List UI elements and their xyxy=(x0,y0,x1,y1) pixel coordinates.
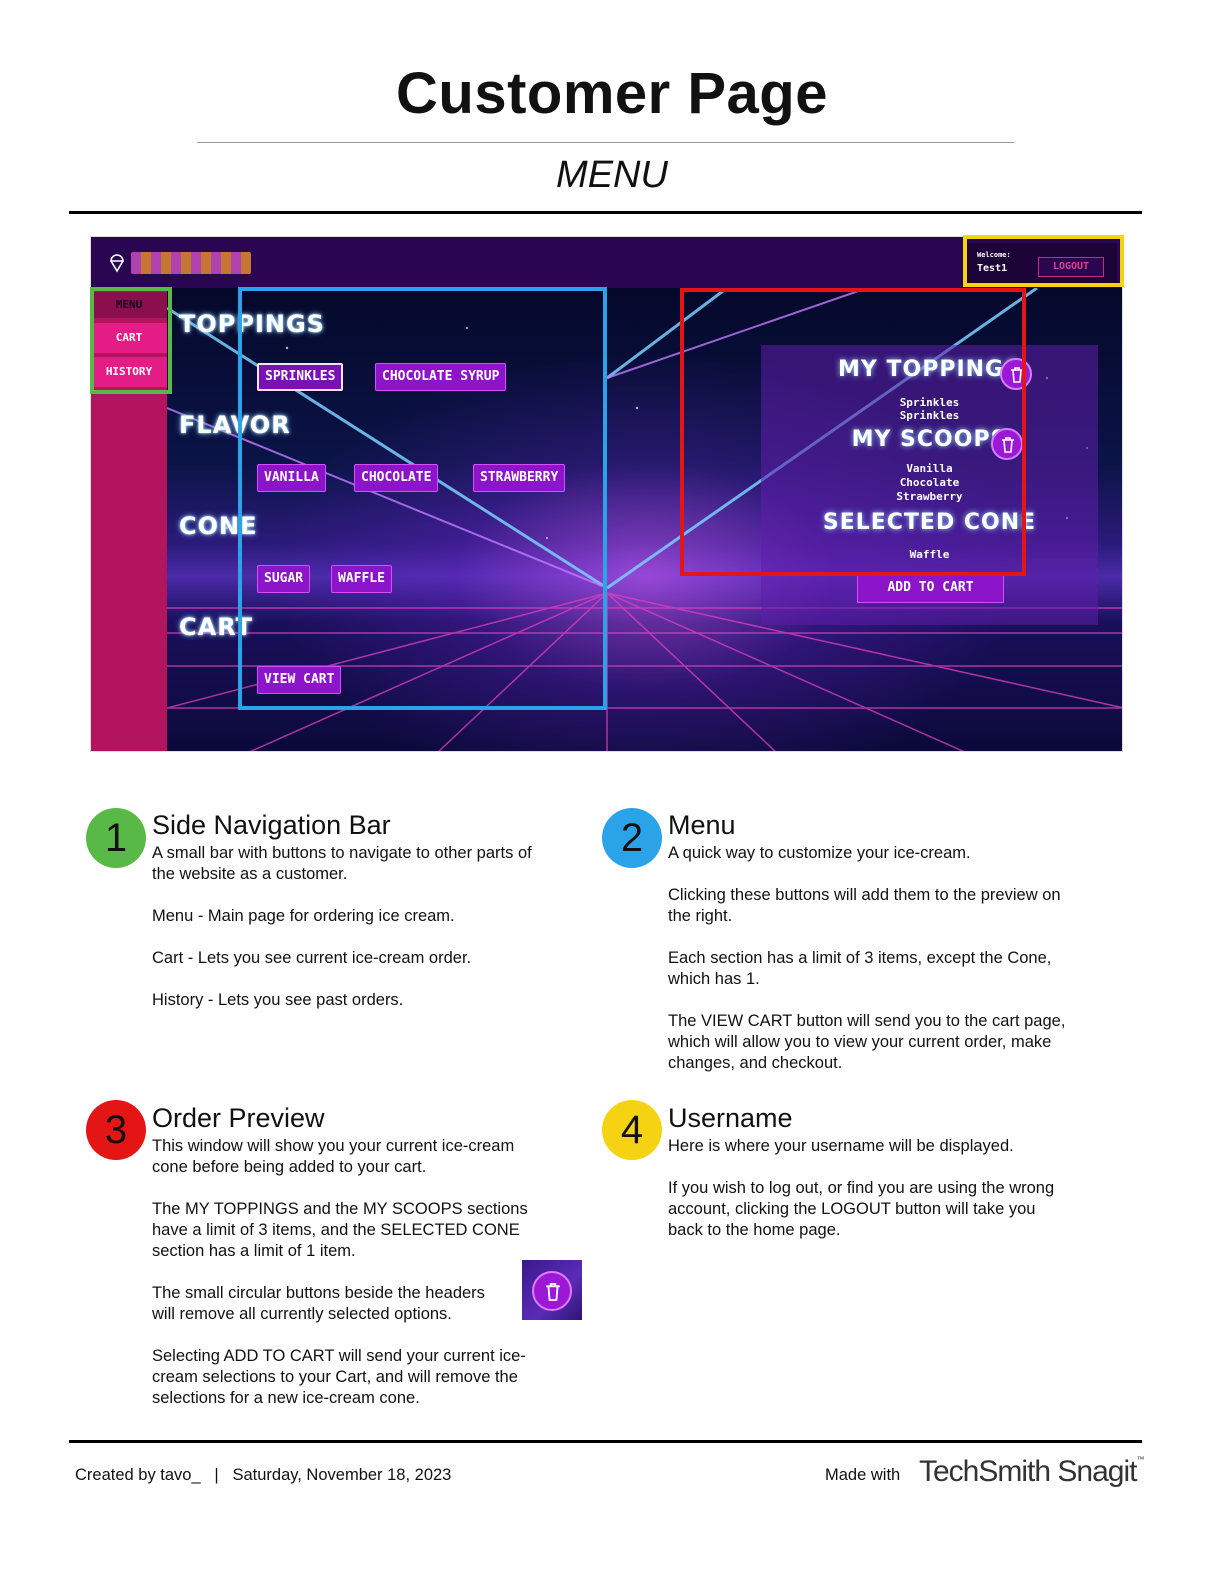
logout-button[interactable]: LOGOUT xyxy=(1038,257,1104,277)
welcome-box: Welcome: Test1 LOGOUT xyxy=(967,243,1117,283)
page-subtitle: MENU xyxy=(556,154,668,196)
snagit-logo: TechSmith Snagit™ xyxy=(919,1455,1144,1488)
footer-divider xyxy=(69,1440,1142,1443)
step-paragraph: Each section has a limit of 3 items, exc… xyxy=(668,949,1052,988)
view-cart-button[interactable]: VIEW CART xyxy=(257,666,342,694)
synthwave-background: TOPPINGS SPRINKLES CHOCOLATE SYRUP FLAVO… xyxy=(167,288,1122,751)
option-strawberry[interactable]: STRAWBERRY xyxy=(473,464,566,492)
section-title-toppings: TOPPINGS xyxy=(179,310,325,338)
scoop-item: Strawberry xyxy=(896,490,963,503)
my-toppings-title: MY TOPPINGS xyxy=(838,357,1021,382)
trash-icon xyxy=(1002,437,1014,453)
logo[interactable] xyxy=(131,252,251,274)
step-title-1: Side Navigation Bar xyxy=(152,810,391,840)
step-paragraph: The VIEW CART button will send you to th… xyxy=(668,1012,1066,1072)
cone-item: Waffle xyxy=(909,548,950,561)
step-paragraph: A small bar with buttons to navigate to … xyxy=(152,844,532,883)
title-divider xyxy=(197,142,1014,143)
option-sugar[interactable]: SUGAR xyxy=(257,565,311,593)
step-paragraph: Here is where your username will be disp… xyxy=(668,1137,1014,1155)
option-sprinkles[interactable]: SPRINKLES xyxy=(257,363,344,391)
my-scoops-title: MY SCOOPS xyxy=(851,427,1008,452)
topping-item: Sprinkles xyxy=(899,409,960,422)
trash-icon xyxy=(1011,367,1023,383)
trash-button-circle xyxy=(532,1271,572,1311)
step-paragraph: Clicking these buttons will add them to … xyxy=(668,886,1061,925)
step-paragraph: The MY TOPPINGS and the MY SCOOPS sectio… xyxy=(152,1200,528,1260)
step-paragraph: This window will show you your current i… xyxy=(152,1137,515,1176)
step-title-4: Username xyxy=(668,1103,793,1133)
step-title-2: Menu xyxy=(668,810,736,840)
section-title-cart: CART xyxy=(179,613,253,641)
step-paragraph: History - Lets you see past orders. xyxy=(152,991,404,1009)
trash-button-example xyxy=(522,1260,582,1320)
sidebar-item-cart[interactable]: CART xyxy=(91,323,167,353)
step-paragraph: If you wish to log out, or find you are … xyxy=(668,1179,1055,1239)
brand-name: TechSmith Snagit xyxy=(919,1455,1137,1488)
trash-icon xyxy=(546,1283,560,1301)
add-to-cart-button[interactable]: ADD TO CART xyxy=(857,573,1004,603)
step-badge-1: 1 xyxy=(86,808,146,868)
username: Test1 xyxy=(977,263,1008,274)
clear-toppings-button[interactable] xyxy=(1000,358,1032,390)
step-body-4: Here is where your username will be disp… xyxy=(668,1136,1128,1262)
option-chocolate[interactable]: CHOCOLATE xyxy=(354,464,439,492)
step-paragraph: A quick way to customize your ice-cream. xyxy=(668,844,971,862)
welcome-label: Welcome: xyxy=(977,251,1011,259)
step-body-2: A quick way to customize your ice-cream.… xyxy=(668,843,1128,1095)
step-badge-4: 4 xyxy=(602,1100,662,1160)
option-waffle[interactable]: WAFFLE xyxy=(331,565,392,593)
step-paragraph: Selecting ADD TO CART will send your cur… xyxy=(152,1347,526,1407)
page-title: Customer Page xyxy=(396,61,828,126)
step-badge-2: 2 xyxy=(602,808,662,868)
header-divider xyxy=(69,211,1142,214)
step-body-1: A small bar with buttons to navigate to … xyxy=(152,843,592,1032)
ice-cream-icon xyxy=(109,253,125,273)
scoop-item: Vanilla xyxy=(906,462,953,475)
step-paragraph: Cart - Lets you see current ice-cream or… xyxy=(152,949,472,967)
option-chocolate-syrup[interactable]: CHOCOLATE SYRUP xyxy=(375,363,507,391)
step-title-3: Order Preview xyxy=(152,1103,325,1133)
clear-scoops-button[interactable] xyxy=(991,428,1023,460)
section-title-flavor: FLAVOR xyxy=(179,411,291,439)
selected-cone-title: SELECTED CONE xyxy=(822,510,1037,535)
footer-credit: Created by tavo_ | Saturday, November 18… xyxy=(75,1466,452,1484)
topping-item: Sprinkles xyxy=(899,396,960,409)
footer-made-with: Made with xyxy=(825,1466,901,1484)
app-screenshot: Welcome: Test1 LOGOUT MENU CART HISTORY xyxy=(90,236,1123,752)
sidebar-item-menu[interactable]: MENU xyxy=(91,292,167,318)
sidebar-item-history[interactable]: HISTORY xyxy=(91,357,167,387)
step-badge-3: 3 xyxy=(86,1100,146,1160)
order-preview: MY TOPPINGS Sprinkles Sprinkles MY SCOOP… xyxy=(761,345,1098,625)
scoop-item: Chocolate xyxy=(899,476,960,489)
side-navigation: MENU CART HISTORY xyxy=(91,288,167,751)
top-bar: Welcome: Test1 LOGOUT xyxy=(91,237,1122,288)
option-vanilla[interactable]: VANILLA xyxy=(257,464,326,492)
section-title-cone: CONE xyxy=(179,512,258,540)
step-paragraph: Menu - Main page for ordering ice cream. xyxy=(152,907,455,925)
